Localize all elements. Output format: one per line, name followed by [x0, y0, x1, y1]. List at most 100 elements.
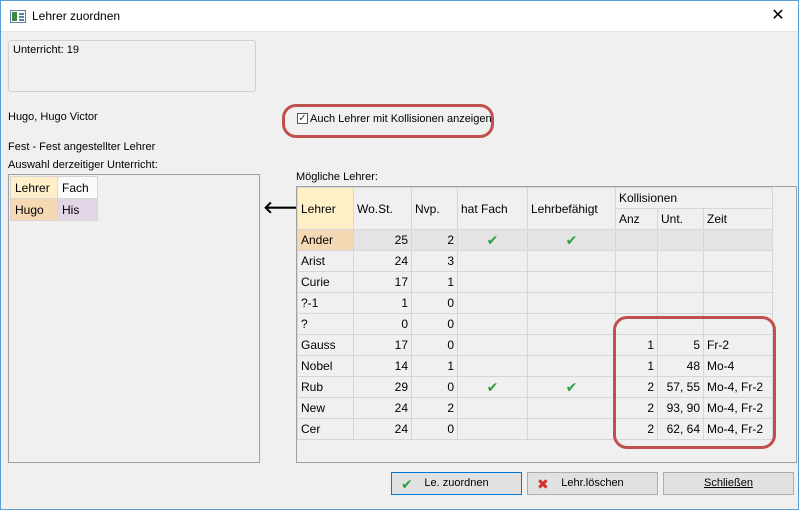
col-header-nvp[interactable]: Nvp. — [411, 187, 458, 230]
teacher-row[interactable]: Cer 24 0 2 62, 64 Mo-4, Fr-2 — [297, 418, 773, 440]
cell-anz: 2 — [615, 397, 658, 419]
cell-zeit: Mo-4 — [703, 355, 773, 377]
teacher-row[interactable]: Arist 24 3 — [297, 250, 773, 272]
col-header-lehrbefaehigt[interactable]: Lehrbefähigt — [527, 187, 616, 230]
cell-wost: 0 — [353, 313, 412, 335]
lehrer-zuordnen-button[interactable]: ✔ Le. zuordnen — [391, 472, 522, 495]
teacher-name-label: Hugo, Hugo Victor — [8, 111, 98, 123]
col-header-hatfach[interactable]: hat Fach — [457, 187, 528, 230]
teacher-row[interactable]: Rub 29 0 ✔ ✔ 2 57, 55 Mo-4, Fr-2 — [297, 376, 773, 398]
cell-fach[interactable]: His — [57, 198, 98, 221]
cell-hatfach: ✔ — [457, 376, 528, 398]
cell-hatfach — [457, 397, 528, 419]
current-assignment-list[interactable]: Lehrer Fach Hugo His — [8, 174, 260, 463]
cell-lehrbef — [527, 292, 616, 314]
unterricht-info-box: Unterricht: 19 — [8, 40, 256, 92]
cell-hatfach — [457, 313, 528, 335]
cell-wost: 17 — [353, 334, 412, 356]
col-header-wost[interactable]: Wo.St. — [353, 187, 412, 230]
loeschen-label: Lehr.löschen — [561, 477, 624, 489]
cell-anz: 2 — [615, 418, 658, 440]
collision-checkbox[interactable]: ✓ — [297, 112, 308, 124]
close-button[interactable]: ✕ — [758, 1, 798, 31]
col-header-anz[interactable]: Anz — [615, 208, 658, 230]
cell-nvp: 0 — [411, 292, 458, 314]
header-fach: Fach — [57, 176, 98, 199]
col-header-unt[interactable]: Unt. — [657, 208, 704, 230]
cell-wost: 14 — [353, 355, 412, 377]
cell-wost: 1 — [353, 292, 412, 314]
teacher-row[interactable]: Gauss 17 0 1 5 Fr-2 — [297, 334, 773, 356]
schliessen-button[interactable]: Schließen — [663, 472, 794, 495]
checkmark-icon: ✔ — [565, 378, 578, 395]
cell-nvp: 1 — [411, 355, 458, 377]
cell-lehrbef — [527, 313, 616, 335]
cell-zeit — [703, 292, 773, 314]
cell-hatfach — [457, 271, 528, 293]
cell-lehrer[interactable]: Hugo — [10, 198, 58, 221]
col-header-zeit[interactable]: Zeit — [703, 208, 773, 230]
cell-lehrbef — [527, 397, 616, 419]
cell-unt: 62, 64 — [657, 418, 704, 440]
cell-unt: 93, 90 — [657, 397, 704, 419]
cell-anz — [615, 250, 658, 272]
teacher-row[interactable]: ?-1 1 0 — [297, 292, 773, 314]
cell-lehrbef: ✔ — [527, 229, 616, 251]
cell-zeit — [703, 229, 773, 251]
cell-zeit — [703, 250, 773, 272]
cell-zeit: Mo-4, Fr-2 — [703, 397, 773, 419]
cell-unt: 5 — [657, 334, 704, 356]
cell-wost: 17 — [353, 271, 412, 293]
teacher-row[interactable]: Nobel 14 1 1 48 Mo-4 — [297, 355, 773, 377]
cell-lehrer: ?-1 — [297, 292, 354, 314]
cell-lehrbef — [527, 271, 616, 293]
app-icon — [10, 10, 26, 23]
collision-checkbox-row[interactable]: ✓ Auch Lehrer mit Kollisionen anzeigen — [297, 112, 492, 129]
checkmark-icon: ✔ — [486, 378, 499, 395]
possible-teachers-grid[interactable]: Lehrer Wo.St. Nvp. hat Fach Lehrbefähigt… — [296, 186, 797, 463]
cell-wost: 24 — [353, 418, 412, 440]
lehrer-loeschen-button[interactable]: ✖ Lehr.löschen — [527, 472, 658, 495]
schliessen-label: Schließen — [704, 477, 753, 489]
cell-lehrer: ? — [297, 313, 354, 335]
cell-unt — [657, 313, 704, 335]
col-header-kollisionen: Kollisionen — [615, 187, 773, 209]
cell-lehrer: Nobel — [297, 355, 354, 377]
teacher-row[interactable]: Ander 25 2 ✔ ✔ — [297, 229, 773, 251]
cell-unt — [657, 271, 704, 293]
teacher-row[interactable]: Curie 17 1 — [297, 271, 773, 293]
fest-label: Fest - Fest angestellter Lehrer — [8, 141, 156, 153]
cell-wost: 25 — [353, 229, 412, 251]
current-assignment-table: Lehrer Fach Hugo His — [10, 176, 98, 221]
auswahl-label: Auswahl derzeitiger Unterricht: — [8, 159, 158, 171]
cell-zeit: Mo-4, Fr-2 — [703, 376, 773, 398]
current-row[interactable]: Hugo His — [10, 198, 98, 221]
cell-unt — [657, 250, 704, 272]
cell-nvp: 2 — [411, 397, 458, 419]
grid-header-row-1: Lehrer Wo.St. Nvp. hat Fach Lehrbefähigt… — [297, 187, 773, 230]
cell-anz — [615, 292, 658, 314]
cell-nvp: 0 — [411, 334, 458, 356]
teacher-row[interactable]: ? 0 0 — [297, 313, 773, 335]
cell-lehrer: Cer — [297, 418, 354, 440]
cell-hatfach — [457, 355, 528, 377]
cell-lehrer: Gauss — [297, 334, 354, 356]
cell-nvp: 1 — [411, 271, 458, 293]
moegliche-lehrer-label: Mögliche Lehrer: — [296, 171, 378, 183]
collision-checkbox-label[interactable]: Auch Lehrer mit Kollisionen anzeigen — [310, 113, 492, 125]
cell-anz — [615, 229, 658, 251]
teacher-row[interactable]: New 24 2 2 93, 90 Mo-4, Fr-2 — [297, 397, 773, 419]
cell-wost: 24 — [353, 250, 412, 272]
cell-anz: 1 — [615, 355, 658, 377]
cell-unt — [657, 229, 704, 251]
cell-nvp: 0 — [411, 376, 458, 398]
cell-anz — [615, 313, 658, 335]
checkmark-icon: ✔ — [565, 231, 578, 248]
cell-lehrbef — [527, 250, 616, 272]
cell-zeit — [703, 313, 773, 335]
cell-lehrer: Ander — [297, 229, 354, 251]
cell-hatfach: ✔ — [457, 229, 528, 251]
cell-wost: 24 — [353, 397, 412, 419]
cell-lehrbef — [527, 355, 616, 377]
col-header-lehrer[interactable]: Lehrer — [297, 187, 354, 230]
